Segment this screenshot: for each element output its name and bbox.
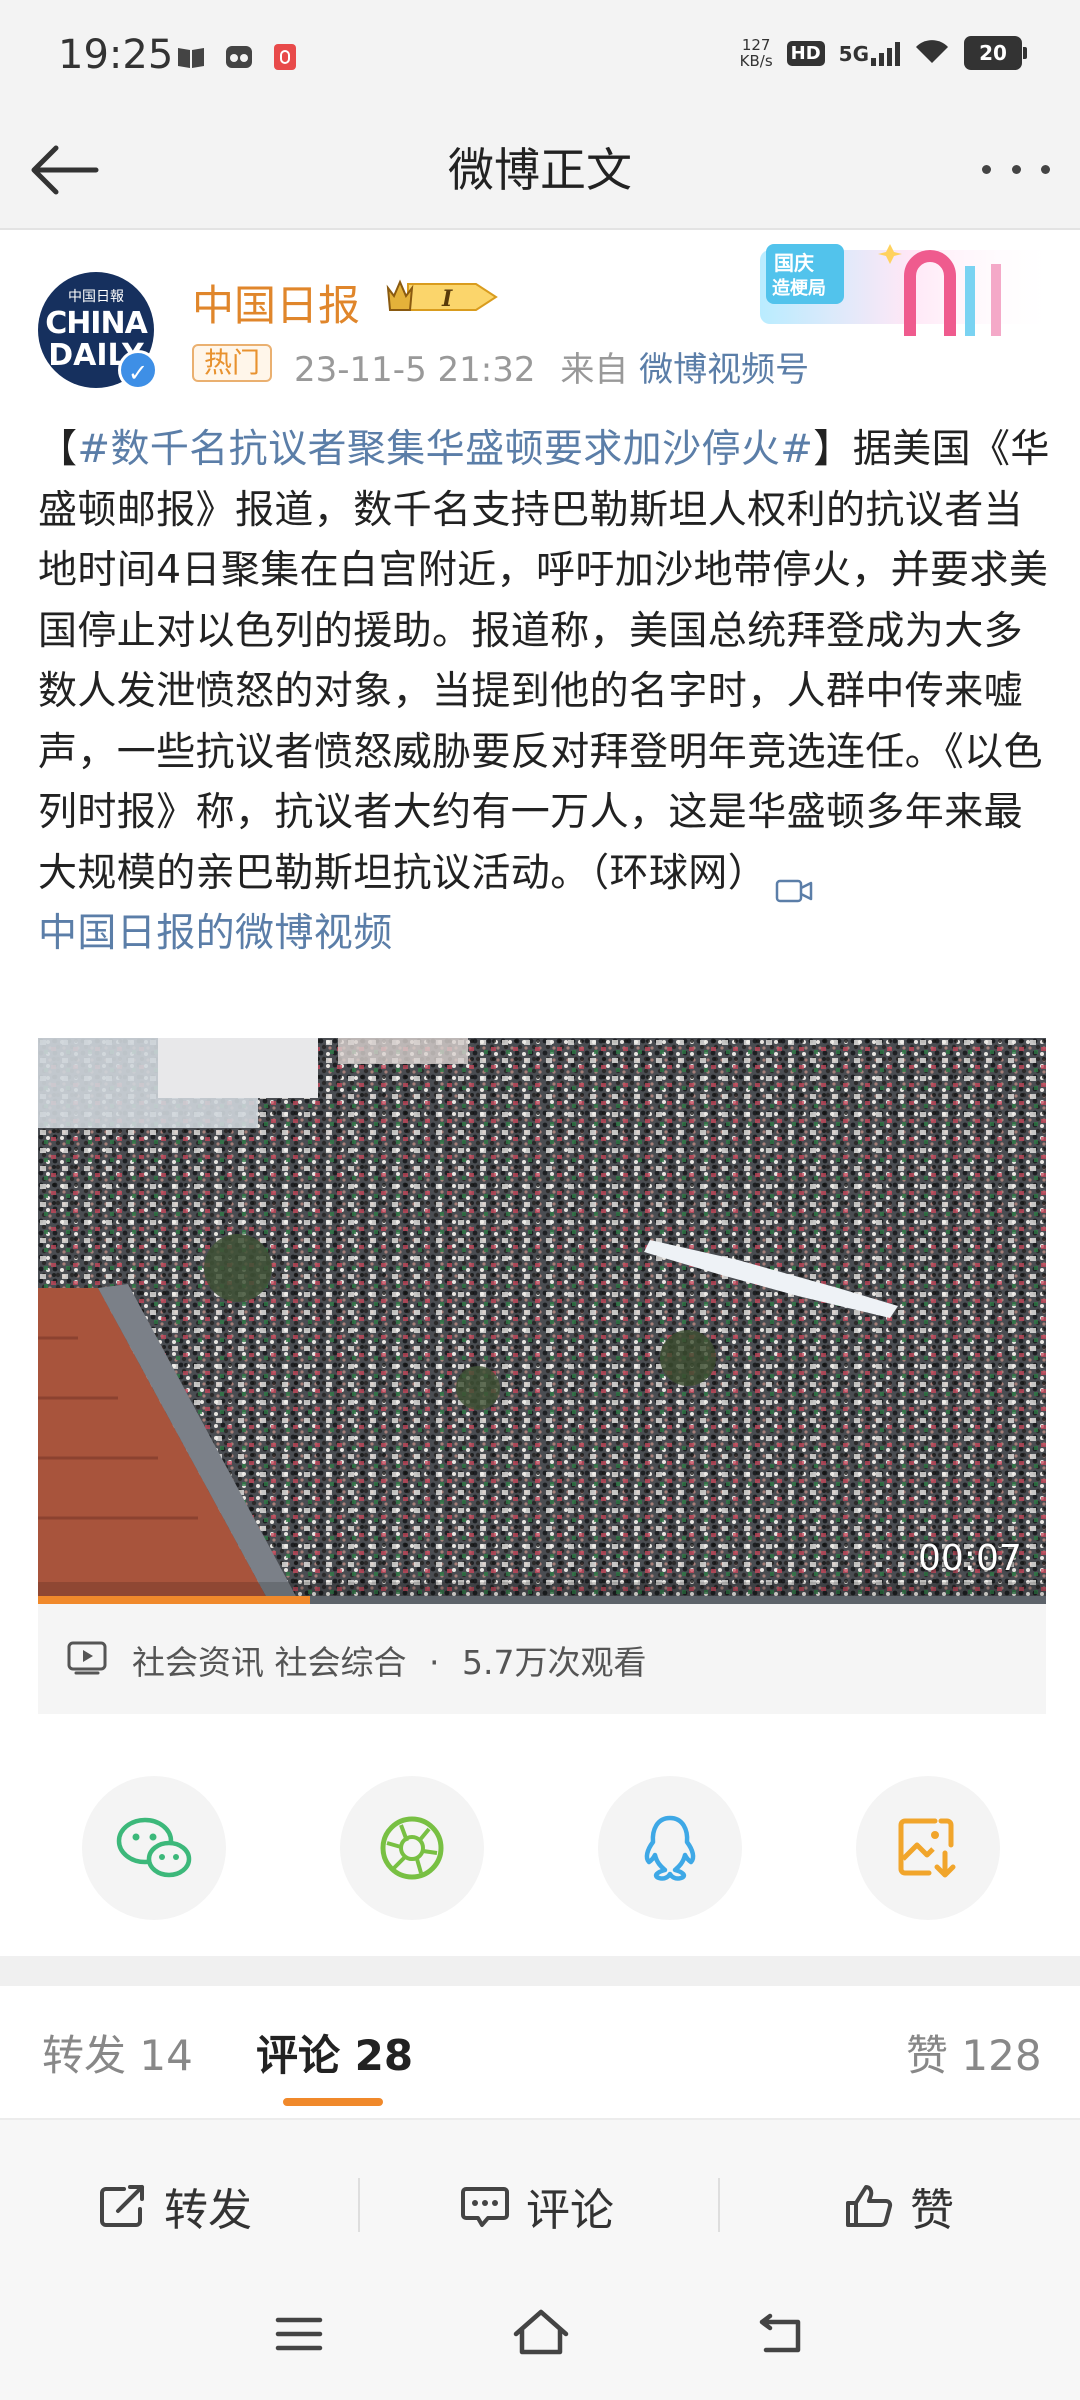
post-text: 据美国《华盛顿邮报》报道，数千名支持巴勒斯坦人权利的抗议者当地时间4日聚集在白宫… (38, 427, 1050, 896)
post-body: 【#数千名抗议者聚集华盛顿要求加沙停火#】据美国《华盛顿邮报》报道，数千名支持巴… (38, 420, 1050, 965)
video-views: 5.7万次观看 (462, 1643, 647, 1682)
app-notification-icon (224, 44, 254, 70)
avatar-text-chinese: 中国日報 (68, 289, 124, 305)
tab-repost[interactable]: 转发 14 (42, 2022, 193, 2083)
battery-indicator: 20 (964, 36, 1027, 70)
net-speed: 127 KB/s (740, 37, 773, 69)
bottom-action-bar: 转发 评论 赞 (0, 2120, 1080, 2284)
share-qq-button[interactable] (598, 1776, 742, 1920)
home-button[interactable] (512, 2308, 570, 2362)
topic-bracket-close: 】 (813, 427, 853, 472)
level-text: I (441, 286, 453, 312)
repost-button[interactable]: 转发 (98, 2174, 252, 2238)
video-progress-fill (38, 1596, 310, 1604)
like-label: 赞 (910, 2185, 954, 2236)
video-play-icon (66, 1640, 108, 1676)
author-name[interactable]: 中国日报 (192, 272, 360, 333)
tab-like-label: 赞 (906, 2031, 949, 2080)
system-navigation-bar (0, 2284, 1080, 2400)
recent-apps-button[interactable] (274, 2314, 324, 2358)
page-title: 微博正文 (448, 143, 632, 197)
signal-icon: 5G (839, 40, 900, 66)
status-indicators: 127 KB/s HD 5G 20 (740, 36, 1027, 70)
wifi-icon (914, 37, 950, 69)
more-dots-icon (982, 164, 991, 174)
comment-label: 评论 (526, 2185, 614, 2236)
top-navbar: 微博正文 (0, 110, 1080, 230)
tab-comment[interactable]: 评论 28 (256, 2022, 413, 2083)
book-icon (176, 44, 206, 70)
video-info-dot: · (429, 1643, 440, 1682)
net-speed-unit: KB/s (739, 52, 773, 70)
video-thumbnail-crowd (38, 1038, 1046, 1600)
verified-badge-icon: ✓ (118, 350, 158, 390)
return-icon (759, 2313, 801, 2353)
video-info-text: 社会资讯 社会综合 · 5.7万次观看 (132, 1636, 646, 1684)
repost-label: 转发 (164, 2185, 252, 2236)
promo-banner[interactable]: 国庆 造梗局 (760, 236, 1058, 346)
member-level-badge[interactable]: I (384, 276, 500, 318)
source-prefix: 来自 (560, 350, 629, 390)
repost-icon (100, 2185, 144, 2227)
hd-badge: HD (786, 40, 825, 66)
moments-icon (380, 1816, 444, 1880)
post-source-link[interactable]: 微博视频号 (639, 350, 809, 390)
tab-comment-count: 28 (354, 2031, 414, 2080)
hot-tag: 热门 (192, 344, 273, 382)
qq-icon (644, 1815, 696, 1881)
tab-repost-label: 转发 (42, 2031, 127, 2080)
system-back-button[interactable] (756, 2310, 806, 2360)
action-separator (358, 2178, 360, 2232)
comment-icon (461, 2187, 509, 2227)
video-info-bar: 社会资讯 社会综合 · 5.7万次观看 (38, 1604, 1046, 1714)
status-bar: 19:25 127 KB/s HD 5G 20 (0, 0, 1080, 110)
tab-comment-label: 评论 (256, 2031, 341, 2080)
thumbs-up-icon (846, 2185, 893, 2227)
net-speed-value: 127 (741, 36, 771, 54)
video-duration: 00:07 (918, 1538, 1022, 1579)
post-meta: 23-11-5 21:32 来自 微博视频号 (294, 342, 809, 391)
post-timestamp: 23-11-5 21:32 (294, 350, 536, 390)
promo-text-2: 造梗局 (772, 277, 826, 299)
tab-like-count: 128 (961, 2031, 1042, 2080)
comment-button[interactable]: 评论 (460, 2174, 614, 2238)
save-image-icon (898, 1818, 956, 1878)
avatar-text-china: CHINA (45, 306, 148, 341)
save-image-button[interactable] (856, 1776, 1000, 1920)
status-time: 19:25 (58, 32, 174, 78)
menu-icon (275, 2317, 323, 2351)
video-link-icon (775, 862, 813, 903)
network-type: 5G (838, 42, 869, 66)
video-category[interactable]: 社会资讯 社会综合 (132, 1643, 407, 1682)
action-separator (718, 2178, 720, 2232)
active-tab-indicator (283, 2098, 383, 2106)
section-divider (0, 1956, 1080, 1986)
more-options-button[interactable] (976, 134, 1056, 204)
share-moments-button[interactable] (340, 1776, 484, 1920)
share-wechat-button[interactable] (82, 1776, 226, 1920)
video-link[interactable]: 中国日报的微博视频 (38, 911, 393, 956)
red-notification-icon (274, 44, 296, 70)
topic-bracket-open: 【 (38, 427, 78, 472)
like-button[interactable]: 赞 (844, 2174, 954, 2238)
tab-repost-count: 14 (139, 2031, 193, 2080)
topic-link[interactable]: #数千名抗议者聚集华盛顿要求加沙停火# (77, 427, 813, 472)
tab-like[interactable]: 赞 128 (906, 2022, 1042, 2083)
wechat-icon (116, 1817, 192, 1878)
promo-text-1: 国庆 (774, 251, 814, 275)
home-icon (513, 2309, 569, 2355)
video-player[interactable] (38, 1038, 1046, 1600)
